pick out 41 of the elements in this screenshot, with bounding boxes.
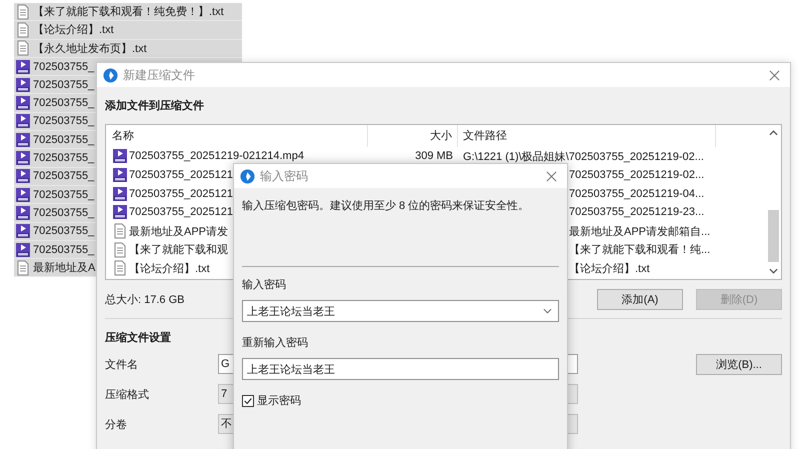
file-path: 702503755_20251219-04...	[569, 188, 704, 200]
file-name: 702503755_	[33, 60, 94, 73]
file-size: 309 MB	[415, 150, 453, 162]
file-name: 【来了就能下载和观看！纯免费！】.txt	[33, 4, 224, 20]
field-label: 重新输入密码	[242, 336, 309, 350]
file-name: 702503755_	[33, 152, 94, 164]
file-name: 702503755_	[33, 225, 94, 238]
file-name: 最新地址及A	[33, 260, 96, 276]
file-path: 702503755_20251219-23...	[569, 206, 704, 218]
field-label: 输入密码	[242, 278, 287, 292]
file-path: G:\1221 (1)\极品姐妹\702503755_20251219-02...	[463, 150, 704, 164]
file-name: 702503755_	[33, 115, 94, 128]
file-name: 702503755_2025121	[129, 169, 234, 182]
file-name: 【来了就能下载和观	[129, 242, 228, 258]
file-name: 702503755_	[33, 206, 94, 219]
window-title: 新建压缩文件	[123, 66, 195, 84]
window-title: 输入密码	[260, 168, 308, 184]
file-name: 702503755_	[33, 134, 94, 146]
file-name: 最新地址及APP请发	[129, 224, 228, 239]
setting-label: 分卷	[105, 418, 128, 432]
hint-text: 输入压缩包密码。建议使用至少 8 位的密码来保证安全性。	[242, 198, 530, 213]
file-name: 702503755_20251219-021214.mp4	[129, 150, 304, 162]
section-heading: 添加文件到压缩文件	[105, 98, 204, 113]
file-name: 【论坛介绍】.txt	[129, 262, 210, 276]
file-path: 最新地址及APP请发邮箱自...	[569, 224, 710, 239]
file-name: 【永久地址发布页】.txt	[33, 42, 147, 56]
file-name: 702503755_	[33, 188, 94, 201]
file-name: 702503755_2025121	[129, 206, 234, 218]
file-name: 702503755_	[33, 97, 94, 110]
file-name: 【论坛介绍】.txt	[33, 22, 114, 38]
section-heading: 压缩文件设置	[105, 330, 171, 345]
setting-label: 压缩格式	[105, 388, 150, 402]
total-size: 总大小: 17.6 GB	[105, 292, 184, 306]
file-name: 702503755_	[33, 244, 94, 256]
file-name: 702503755_	[33, 78, 94, 91]
file-name: 702503755_	[33, 170, 94, 182]
file-name: 702503755_2025121	[129, 188, 234, 200]
file-path: 【来了就能下载和观看！纯...	[569, 242, 710, 258]
file-path: 702503755_20251219-02...	[569, 169, 704, 182]
setting-label: 文件名	[105, 358, 139, 372]
file-path: 【论坛介绍】.txt	[569, 262, 650, 276]
